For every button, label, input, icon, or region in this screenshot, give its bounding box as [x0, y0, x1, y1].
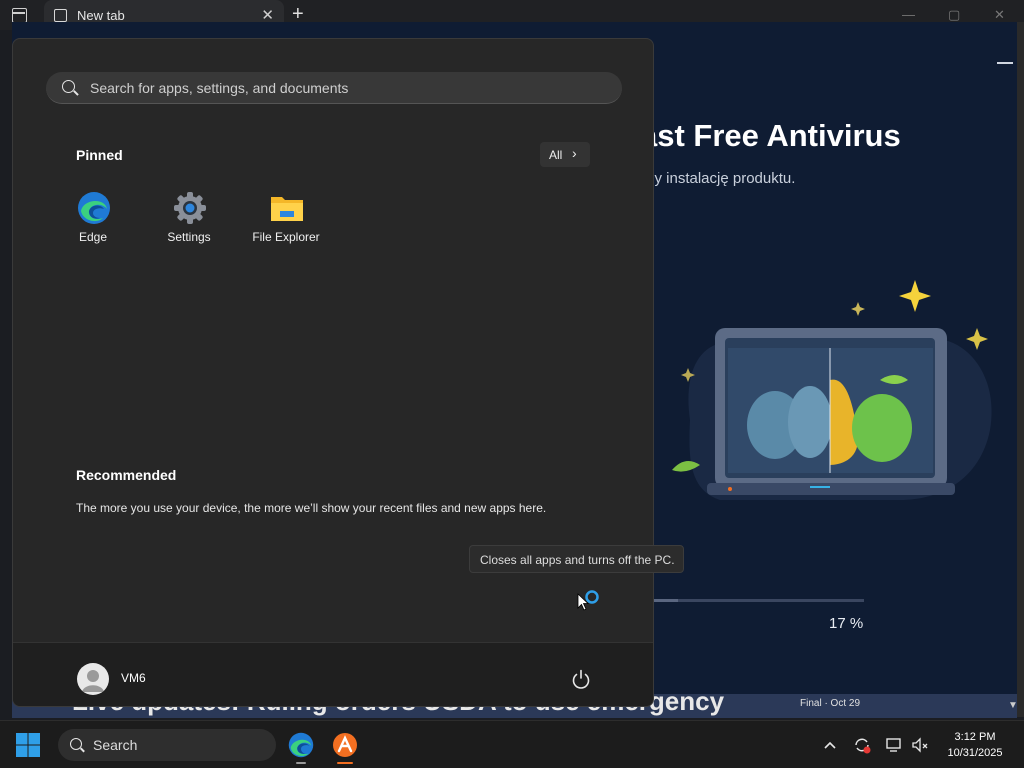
all-apps-button[interactable]: All › [540, 142, 590, 167]
start-menu: Search for apps, settings, and documents… [12, 38, 654, 707]
search-placeholder: Search for apps, settings, and documents [90, 80, 349, 96]
minimize-window-icon[interactable]: — [902, 7, 915, 22]
user-name[interactable]: VM6 [121, 671, 146, 685]
score-label: Final · Oct 29 [800, 698, 861, 709]
search-icon [70, 738, 82, 750]
chevron-right-icon: › [572, 145, 577, 161]
scroll-down-arrow-icon[interactable]: ▼ [1008, 700, 1018, 711]
sparkle-icon [899, 280, 931, 312]
volume-muted-icon[interactable] [910, 735, 930, 755]
gear-icon [174, 192, 206, 224]
pinned-app-label: Settings [167, 230, 211, 244]
pinned-app-settings[interactable]: Settings [143, 189, 235, 253]
recommended-title: Recommended [76, 467, 177, 483]
taskbar-search-label: Search [93, 737, 138, 753]
power-tooltip-text: Closes all apps and turns off the PC. [480, 553, 675, 567]
taskbar-search[interactable]: Search [58, 729, 276, 761]
installer-minimize-button[interactable] [997, 62, 1013, 64]
installer-subtitle: my instalację produktu. [642, 170, 796, 187]
active-indicator [337, 762, 353, 764]
vertical-scrollbar[interactable] [1017, 22, 1024, 717]
tab-actions-icon[interactable] [12, 8, 27, 23]
fruit-laptop-illustration [672, 280, 992, 500]
clock-date: 10/31/2025 [947, 747, 1003, 759]
edge-icon [78, 192, 110, 224]
pinned-app-file-explorer[interactable]: File Explorer [240, 189, 332, 253]
close-window-icon[interactable]: ✕ [994, 7, 1005, 23]
maximize-window-icon[interactable]: ▢ [948, 7, 960, 23]
install-progress-bar [640, 599, 864, 602]
recommended-empty-text: The more you use your device, the more w… [76, 501, 547, 515]
all-apps-label: All [549, 148, 563, 162]
avast-icon [333, 733, 357, 757]
start-search-input[interactable]: Search for apps, settings, and documents [46, 72, 622, 104]
install-progress-label: 17 % [829, 615, 864, 632]
search-icon [62, 80, 75, 93]
pinned-app-edge[interactable]: Edge [47, 189, 139, 253]
pinned-app-label: File Explorer [252, 230, 320, 244]
taskbar: Search 3:12 PM 10/31/2025 [0, 720, 1024, 768]
sync-alert-icon[interactable] [852, 735, 872, 755]
folder-icon [271, 197, 303, 221]
user-avatar-icon [82, 670, 104, 692]
taskbar-edge-button[interactable] [285, 729, 317, 764]
power-tooltip: Closes all apps and turns off the PC. [469, 545, 684, 573]
start-menu-footer: VM6 [13, 642, 653, 706]
power-icon[interactable] [566, 664, 596, 694]
tab-title: New tab [77, 8, 125, 23]
chevron-up-icon[interactable] [820, 735, 840, 755]
taskbar-avast-button[interactable] [329, 729, 361, 764]
pinned-app-label: Edge [78, 230, 108, 244]
windows-start-button[interactable] [14, 731, 42, 759]
pinned-title: Pinned [76, 147, 123, 163]
network-icon[interactable] [884, 735, 904, 755]
edge-icon [288, 732, 314, 758]
taskbar-clock[interactable]: 3:12 PM 10/31/2025 [938, 729, 1012, 761]
installer-title: ast Free Antivirus [640, 118, 901, 153]
new-tab-favicon-icon [54, 9, 67, 22]
busy-cursor-icon [577, 590, 599, 611]
clock-time: 3:12 PM [954, 731, 996, 743]
avatar[interactable] [77, 663, 109, 695]
running-indicator [296, 762, 306, 764]
